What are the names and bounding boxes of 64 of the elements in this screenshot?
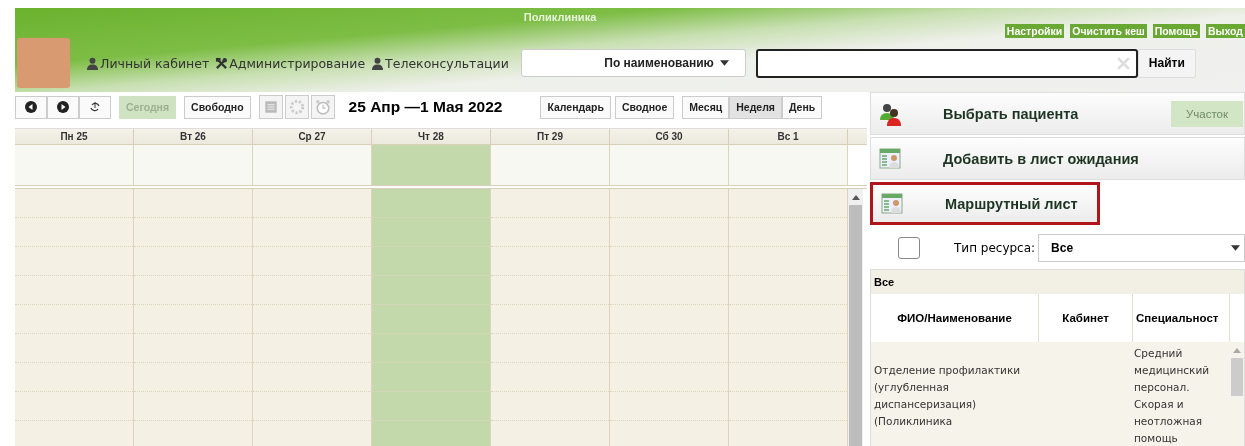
day-column[interactable] [610, 189, 729, 446]
clear-icon[interactable] [1116, 56, 1130, 70]
previous-button[interactable] [15, 95, 47, 119]
refresh-button[interactable] [79, 95, 111, 119]
gear-icon [288, 99, 305, 115]
view-button[interactable]: Сводное [614, 95, 675, 119]
scroll-up-icon[interactable] [851, 195, 860, 200]
day-column[interactable] [134, 189, 253, 446]
action-button[interactable]: Добавить в лист ожидания [870, 137, 1245, 180]
all-day-cell[interactable] [729, 145, 848, 185]
day-header: Чт 28 [372, 129, 491, 144]
all-day-cell[interactable] [134, 145, 253, 185]
action-button[interactable]: Маршрутный лист [870, 182, 1100, 225]
search-field[interactable] [755, 48, 1138, 78]
day-column[interactable] [253, 189, 372, 446]
free-button[interactable]: Свободно [184, 95, 251, 119]
day-column[interactable] [372, 189, 491, 446]
refresh-icon [89, 101, 101, 113]
day-header: Сб 30 [610, 129, 729, 144]
nav-link[interactable]: Личный кабинет [86, 55, 210, 71]
search-button[interactable]: Найти [1137, 48, 1196, 78]
view-button[interactable]: Календарь [540, 95, 611, 119]
list-person-icon [879, 146, 903, 171]
patients-icon [879, 101, 903, 126]
day-header: Пн 25 [15, 129, 134, 144]
app-title: Поликлиника [523, 10, 597, 24]
period-tab[interactable]: Месяц [682, 95, 730, 119]
group-header: Все [871, 270, 1244, 294]
nav-link[interactable]: Телеконсультации [371, 55, 509, 71]
day-column[interactable] [15, 189, 134, 446]
all-day-cell[interactable] [372, 145, 491, 185]
next-button[interactable] [47, 95, 79, 119]
print-button[interactable] [258, 95, 283, 119]
all-day-cell[interactable] [253, 145, 372, 185]
resource-type-dropdown[interactable]: Все [1038, 234, 1245, 262]
person-icon [371, 56, 385, 70]
list-person-icon [881, 191, 905, 216]
day-header: Пт 29 [491, 129, 610, 144]
period-tab[interactable]: Неделя [729, 95, 782, 119]
all-day-cell[interactable] [610, 145, 729, 185]
day-header: Ср 27 [253, 129, 372, 144]
tools-icon [215, 56, 229, 70]
day-header: Вс 1 [729, 129, 848, 144]
day-column[interactable] [491, 189, 610, 446]
alarm-button[interactable] [310, 95, 335, 119]
all-day-cell[interactable] [491, 145, 610, 185]
checkbox[interactable] [898, 237, 920, 259]
table-cell-text: Средний медицинский персонал. Скорая и неотложная помощь [1133, 346, 1211, 446]
caret-icon [719, 60, 729, 66]
search-mode-dropdown[interactable]: По наименованию [520, 49, 746, 77]
filter-label: Тип ресурса: [954, 241, 1036, 255]
period-tab[interactable]: День [781, 95, 823, 119]
settings-button[interactable] [284, 95, 309, 119]
date-range: 25 Апр —1 Мая 2022 [348, 98, 503, 116]
alarm-clock-icon [314, 99, 331, 115]
document-icon [262, 99, 279, 115]
nav-link[interactable]: Администрирование [215, 55, 366, 71]
table-cell-text: Отделение профилактики (углубленная диспансеризация) (Поликлиника [873, 363, 1022, 429]
caret-icon [1231, 245, 1240, 251]
all-day-cell[interactable] [15, 145, 134, 185]
day-header: Вт 26 [134, 129, 253, 144]
avatar-placeholder [17, 38, 70, 88]
person-icon [86, 56, 99, 70]
scrollbar[interactable] [848, 189, 863, 446]
